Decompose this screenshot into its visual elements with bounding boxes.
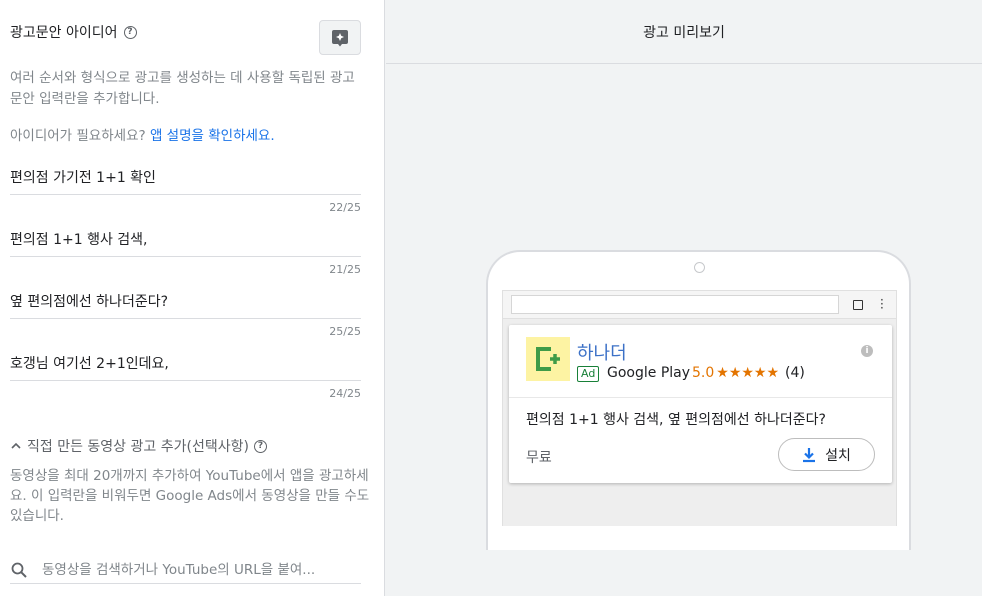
video-section-title: 직접 만든 동영상 광고 추가(선택사항) [27, 439, 249, 455]
char-count: 25/25 [329, 325, 361, 338]
idea-prompt: 아이디어가 필요하세요? 앱 설명을 확인하세요. [10, 124, 275, 144]
char-count: 24/25 [329, 387, 361, 400]
headline-field-1[interactable]: 편의점 가기전 1+1 확인 22/25 [10, 168, 361, 214]
ad-headline: 편의점 1+1 행사 검색, 옆 편의점에선 하나더준다? [526, 412, 826, 428]
video-section-toggle[interactable]: 직접 만든 동영상 광고 추가(선택사항) ? [10, 436, 267, 456]
help-icon[interactable]: ? [123, 25, 137, 39]
char-count: 21/25 [329, 263, 361, 276]
field-underline [10, 256, 361, 257]
app-price: 무료 [526, 450, 552, 466]
review-count: (4) [785, 365, 805, 381]
phone-screen: · · · 하나더 Ad Google Play 5.0 ★★★★★ (4) i… [502, 290, 897, 526]
headline-value[interactable]: 옆 편의점에선 하나더준다? [10, 292, 361, 318]
video-search-input[interactable] [42, 561, 357, 578]
help-icon[interactable]: ? [253, 439, 267, 453]
panel-title: 광고문안 아이디어 [10, 25, 118, 41]
phone-frame: · · · 하나더 Ad Google Play 5.0 ★★★★★ (4) i… [486, 250, 911, 550]
field-underline [10, 380, 361, 381]
more-vert-icon: · · · [880, 293, 884, 315]
app-description-link[interactable]: 앱 설명을 확인하세요. [150, 128, 275, 144]
headline-field-4[interactable]: 호갱님 여기선 2+1인데요, 24/25 [10, 354, 361, 400]
search-icon [11, 562, 27, 578]
panel-description: 여러 순서와 형식으로 광고를 생성하는 데 사용할 독립된 광고문안 입력란을… [10, 70, 355, 107]
install-button[interactable]: 설치 [778, 438, 875, 471]
phone-camera [694, 262, 705, 273]
app-icon [526, 337, 570, 381]
app-name: 하나더 [577, 343, 627, 364]
idea-generator-button[interactable] [319, 20, 361, 55]
sparkle-icon [332, 29, 348, 46]
tabs-icon [853, 300, 863, 310]
download-icon [803, 447, 816, 462]
panel-header: 광고문안 아이디어 ? [10, 22, 137, 42]
star-rating-icon: ★★★★★ [716, 365, 780, 381]
app-logo-icon [536, 347, 560, 371]
headline-field-3[interactable]: 옆 편의점에선 하나더준다? 25/25 [10, 292, 361, 338]
install-label: 설치 [825, 447, 851, 464]
card-divider [509, 397, 892, 398]
preview-title: 광고 미리보기 [386, 0, 982, 64]
info-icon[interactable]: i [861, 345, 873, 357]
app-ad-card: 하나더 Ad Google Play 5.0 ★★★★★ (4) i 편의점 1… [509, 325, 892, 483]
idea-prompt-text: 아이디어가 필요하세요? [10, 128, 146, 144]
field-underline [10, 194, 361, 195]
headline-value[interactable]: 편의점 1+1 행사 검색, [10, 230, 361, 256]
video-description: 동영상을 최대 20개까지 추가하여 YouTube에서 앱을 광고하세요. 이… [10, 468, 370, 524]
headline-field-2[interactable]: 편의점 1+1 행사 검색, 21/25 [10, 230, 361, 276]
headline-value[interactable]: 편의점 가기전 1+1 확인 [10, 168, 361, 194]
field-underline [10, 318, 361, 319]
ad-badge: Ad [577, 366, 600, 382]
ad-text-panel: 광고문안 아이디어 ? 여러 순서와 형식으로 광고를 생성하는 데 사용할 독… [0, 0, 385, 596]
char-count: 22/25 [329, 201, 361, 214]
address-bar [511, 295, 839, 314]
video-search [10, 556, 361, 584]
chevron-up-icon [11, 442, 21, 449]
rating-value: 5.0 [692, 365, 715, 381]
headline-value[interactable]: 호갱님 여기선 2+1인데요, [10, 354, 361, 380]
browser-toolbar: · · · [503, 291, 896, 319]
ad-preview-panel: 광고 미리보기 · · · 하나더 Ad Google Play 5.0 ★★★… [386, 0, 982, 596]
store-name: Google Play [607, 365, 691, 381]
store-rating-row: Google Play 5.0 ★★★★★ (4) [607, 365, 805, 381]
